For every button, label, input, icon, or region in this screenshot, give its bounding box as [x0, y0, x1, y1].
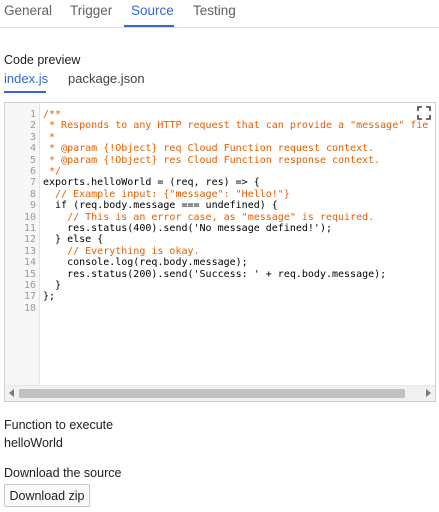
- code-line: // Everything is okay.: [43, 245, 200, 257]
- horizontal-scrollbar[interactable]: [5, 385, 435, 401]
- download-source-label: Download the source: [4, 466, 122, 480]
- code-line: } else {: [43, 234, 104, 246]
- line-number: 3: [29, 131, 36, 143]
- code-line: exports.helloWorld = (req, res) => {: [43, 177, 260, 189]
- tab-general[interactable]: General: [4, 3, 52, 18]
- code-line: res.status(200).send('Success: ' + req.b…: [43, 268, 387, 280]
- code-line: res.status(400).send('No message defined…: [43, 223, 332, 234]
- line-number: 12: [23, 234, 36, 246]
- code-line: }: [43, 280, 62, 291]
- line-number: 18: [23, 302, 36, 314]
- code-line: *: [43, 131, 56, 143]
- code-line: // Example input: {"message": "Hello!"}: [43, 188, 290, 200]
- tab-source[interactable]: Source: [131, 3, 174, 18]
- line-number: 7: [29, 177, 36, 189]
- scrollbar-thumb[interactable]: [19, 389, 405, 398]
- line-number-gutter: 1 2 3 4 5 6 7 8 9 10 11 12 13 14 15 16 1…: [5, 103, 40, 385]
- code-line: * Responds to any HTTP request that can …: [43, 120, 429, 132]
- code-line: };: [43, 291, 56, 303]
- tab-trigger[interactable]: Trigger: [70, 3, 112, 18]
- line-number: 15: [23, 268, 36, 280]
- scroll-left-arrow-icon[interactable]: [9, 389, 14, 397]
- code-line: console.log(req.body.message);: [43, 257, 248, 269]
- function-to-execute-label: Function to execute: [4, 418, 114, 432]
- file-tab-package-json[interactable]: package.json: [68, 71, 145, 86]
- code-line: * @param {!Object} req Cloud Function re…: [43, 143, 375, 155]
- tab-testing[interactable]: Testing: [193, 3, 236, 18]
- code-preview-label: Code preview: [4, 53, 81, 67]
- code-editor[interactable]: 1 2 3 4 5 6 7 8 9 10 11 12 13 14 15 16 1…: [4, 102, 436, 402]
- line-number: 2: [29, 120, 36, 132]
- line-number: 17: [23, 291, 36, 303]
- scroll-right-arrow-icon[interactable]: [426, 389, 431, 397]
- code-line: if (req.body.message === undefined) {: [43, 200, 278, 212]
- file-tab-index-js[interactable]: index.js: [4, 71, 48, 86]
- line-number: 14: [23, 257, 36, 269]
- line-number: 6: [29, 166, 36, 177]
- code-line: * @param {!Object} res Cloud Function re…: [43, 154, 381, 166]
- line-number: 8: [29, 188, 36, 200]
- code-line: /**: [43, 109, 62, 120]
- line-number: 13: [23, 245, 36, 257]
- active-tab-indicator: [124, 25, 174, 27]
- code-line: */: [43, 166, 62, 177]
- active-file-indicator: [4, 91, 46, 93]
- code-line: // This is an error case, as "message" i…: [43, 211, 375, 223]
- tab-bar: General Trigger Source Testing: [0, 0, 439, 28]
- line-number: 5: [29, 154, 36, 166]
- fullscreen-expand-icon[interactable]: [417, 106, 431, 120]
- line-number: 16: [23, 280, 36, 291]
- line-number: 11: [23, 223, 36, 234]
- function-name-value: helloWorld: [4, 436, 63, 450]
- line-number: 9: [29, 200, 36, 212]
- line-number: 1: [29, 109, 36, 120]
- line-number: 10: [23, 211, 36, 223]
- download-zip-button[interactable]: Download zip: [4, 484, 90, 507]
- code-text-area[interactable]: /** * Responds to any HTTP request that …: [43, 103, 433, 385]
- line-number: 4: [29, 143, 36, 155]
